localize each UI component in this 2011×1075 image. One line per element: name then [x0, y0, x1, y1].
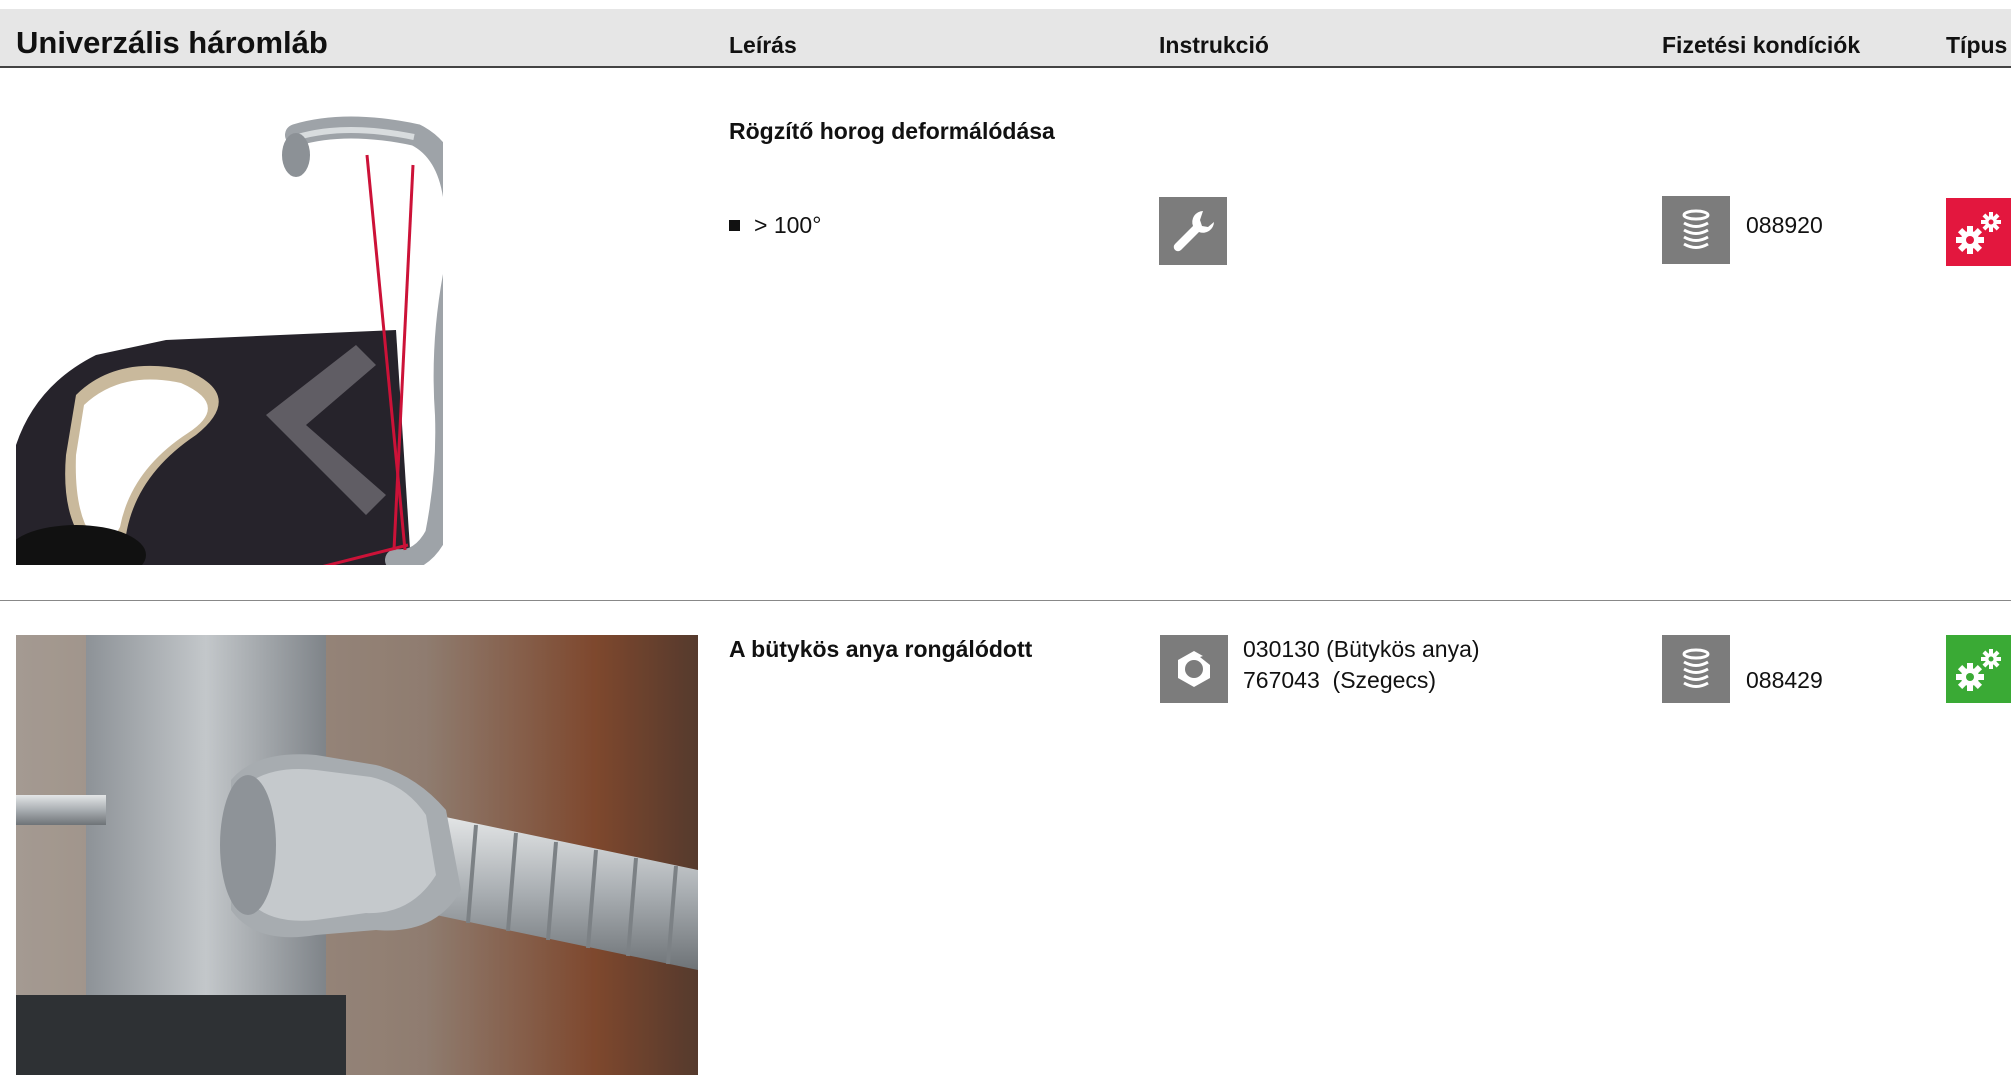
instruction-line: 030130 (Bütykös anya) [1243, 636, 1480, 662]
description-title: Rögzítő horog deformálódása [729, 118, 1055, 144]
table-header: Univerzális háromláb Leírás Instrukció F… [0, 9, 2011, 68]
nut-icon [1160, 635, 1228, 703]
column-header-type: Típus [1946, 32, 2008, 58]
description-bullet: > 100° [729, 212, 821, 239]
wrench-icon [1159, 197, 1227, 265]
column-header-description: Leírás [729, 32, 797, 58]
column-header-instruction: Instrukció [1159, 32, 1269, 58]
hook-deformation-photo [16, 115, 443, 565]
gears-icon [1946, 198, 2011, 266]
bullet-square-icon [729, 220, 740, 231]
row-divider [0, 600, 2011, 601]
instruction-line: 767043 (Szegecs) [1243, 667, 1437, 693]
cam-nut-photo [16, 635, 698, 1075]
payment-code: 088429 [1746, 667, 1823, 693]
gears-icon [1946, 635, 2011, 703]
coin-stack-icon [1662, 635, 1730, 703]
bullet-text: > 100° [754, 212, 822, 238]
column-header-payment: Fizetési kondíciók [1662, 32, 1861, 58]
payment-code: 088920 [1746, 212, 1823, 238]
coin-stack-icon [1662, 196, 1730, 264]
description-title: A bütykös anya rongálódott [729, 636, 1033, 662]
page-title: Univerzális háromláb [16, 25, 328, 60]
